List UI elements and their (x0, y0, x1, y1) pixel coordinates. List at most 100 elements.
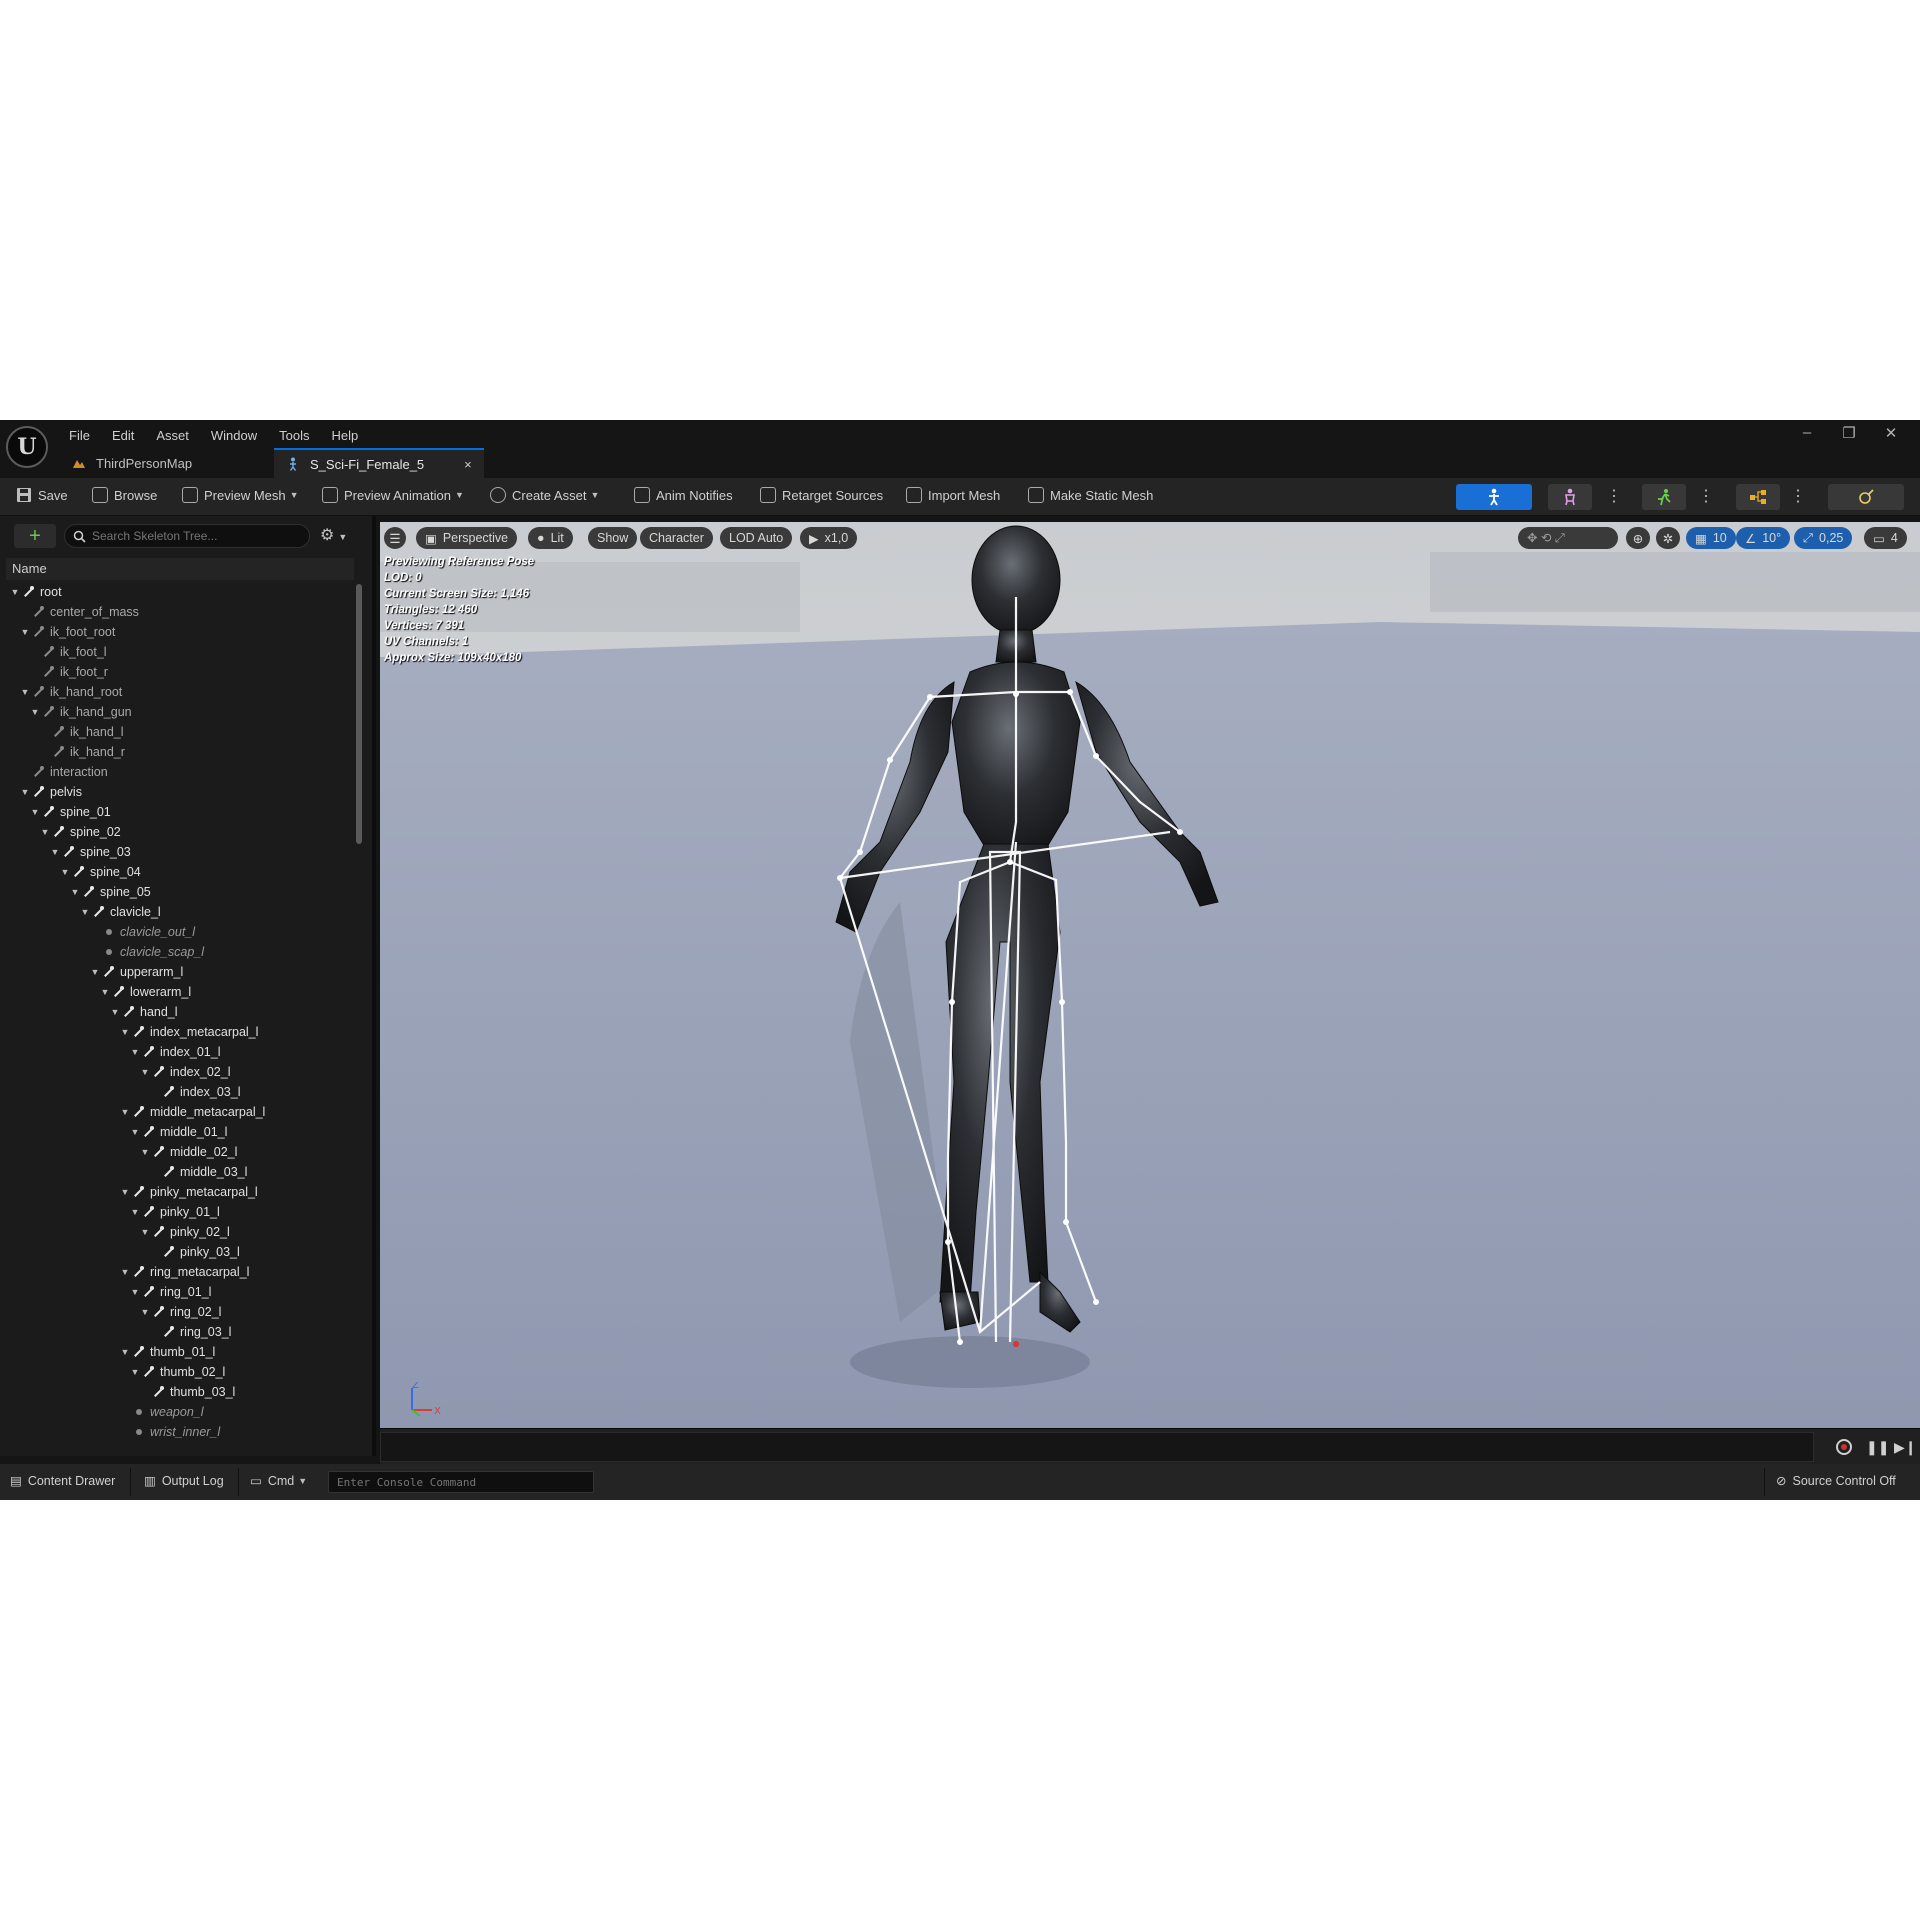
bone-row[interactable]: ▼ index_01_l (6, 1042, 356, 1062)
bone-row[interactable]: middle_03_l (6, 1162, 356, 1182)
blueprint-mode-button[interactable] (1736, 484, 1780, 510)
bone-row[interactable]: ik_hand_r (6, 742, 356, 762)
socket-row[interactable]: clavicle_out_l (6, 922, 356, 942)
more-options-icon[interactable]: ⋮ (1606, 484, 1622, 510)
menu-edit[interactable]: Edit (101, 424, 145, 447)
lit-button[interactable]: ● Lit (528, 527, 573, 549)
expand-arrow-icon[interactable]: ▼ (140, 1067, 150, 1077)
play-rate-button[interactable]: ▶ x1,0 (800, 527, 858, 549)
expand-arrow-icon[interactable]: ▼ (100, 987, 110, 997)
perspective-button[interactable]: ▣ Perspective (416, 527, 518, 549)
bone-row[interactable]: ▼ ik_foot_root (6, 622, 356, 642)
bone-row[interactable]: ▼ hand_l (6, 1002, 356, 1022)
camera-speed-button[interactable]: ▭ 4 (1864, 527, 1907, 549)
expand-arrow-icon[interactable]: ▼ (40, 827, 50, 837)
bone-row[interactable]: index_03_l (6, 1082, 356, 1102)
animation-mode-button[interactable] (1642, 484, 1686, 510)
mesh-mode-button[interactable] (1548, 484, 1592, 510)
bone-row[interactable]: ring_03_l (6, 1322, 356, 1342)
bone-row[interactable]: ▼ spine_03 (6, 842, 356, 862)
expand-arrow-icon[interactable]: ▼ (20, 687, 30, 697)
anim-notifies-button[interactable]: Anim Notifies (634, 487, 733, 503)
record-icon[interactable] (1836, 1439, 1852, 1458)
local-space-icon[interactable]: ⊕ (1626, 527, 1650, 549)
bone-row[interactable]: ▼ lowerarm_l (6, 982, 356, 1002)
bone-row[interactable]: center_of_mass (6, 602, 356, 622)
create-asset-button[interactable]: Create Asset ▼ (490, 487, 599, 503)
expand-arrow-icon[interactable]: ▼ (30, 807, 40, 817)
add-socket-button[interactable]: + (14, 524, 56, 548)
menu-window[interactable]: Window (200, 424, 268, 447)
bone-row[interactable]: ik_hand_l (6, 722, 356, 742)
expand-arrow-icon[interactable]: ▼ (120, 1347, 130, 1357)
bone-row[interactable]: ▼ root (6, 582, 356, 602)
close-window-button[interactable]: ✕ (1870, 424, 1912, 442)
tab-s-sci-fi-female-5[interactable]: S_Sci-Fi_Female_5 × (274, 448, 484, 478)
expand-arrow-icon[interactable]: ▼ (130, 1207, 140, 1217)
browse-button[interactable]: Browse (92, 487, 157, 503)
bone-row[interactable]: ik_foot_l (6, 642, 356, 662)
expand-arrow-icon[interactable]: ▼ (70, 887, 80, 897)
bone-row[interactable]: ▼ spine_04 (6, 862, 356, 882)
bone-row[interactable]: ▼ middle_01_l (6, 1122, 356, 1142)
skeleton-mode-button[interactable] (1456, 484, 1532, 510)
scale-snap-button[interactable]: ⤢ 0,25 (1794, 527, 1853, 549)
expand-arrow-icon[interactable]: ▼ (90, 967, 100, 977)
bone-row[interactable]: ▼ spine_01 (6, 802, 356, 822)
expand-arrow-icon[interactable]: ▼ (130, 1047, 140, 1057)
bone-row[interactable]: ik_foot_r (6, 662, 356, 682)
bone-row[interactable]: ▼ ring_01_l (6, 1282, 356, 1302)
more-options-icon[interactable]: ⋮ (1698, 484, 1714, 510)
expand-arrow-icon[interactable]: ▼ (140, 1307, 150, 1317)
expand-arrow-icon[interactable]: ▼ (20, 787, 30, 797)
bone-row[interactable]: ▼ upperarm_l (6, 962, 356, 982)
search-input[interactable] (92, 529, 292, 543)
source-control-button[interactable]: ⊘ Source Control Off (1776, 1473, 1896, 1489)
preview-mesh-button[interactable]: Preview Mesh ▼ (182, 487, 299, 503)
expand-arrow-icon[interactable]: ▼ (30, 707, 40, 717)
bone-row[interactable]: ▼ middle_02_l (6, 1142, 356, 1162)
bone-row[interactable]: thumb_03_l (6, 1382, 356, 1402)
import-mesh-button[interactable]: Import Mesh (906, 487, 1000, 503)
cmd-dropdown[interactable]: ▭ Cmd ▼ (250, 1473, 307, 1489)
retarget-sources-button[interactable]: Retarget Sources (760, 487, 883, 503)
expand-arrow-icon[interactable]: ▼ (60, 867, 70, 877)
close-tab-icon[interactable]: × (464, 457, 472, 472)
bone-row[interactable]: ▼ ring_metacarpal_l (6, 1262, 356, 1282)
bone-row[interactable]: ▼ clavicle_l (6, 902, 356, 922)
show-button[interactable]: Show (588, 527, 638, 549)
expand-arrow-icon[interactable]: ▼ (130, 1127, 140, 1137)
unreal-logo-icon[interactable]: U (6, 426, 48, 468)
character-button[interactable]: Character (640, 527, 713, 549)
bone-row[interactable]: ▼ pelvis (6, 782, 356, 802)
expand-arrow-icon[interactable]: ▼ (120, 1027, 130, 1037)
make-static-mesh-button[interactable]: Make Static Mesh (1028, 487, 1153, 503)
bone-row[interactable]: ▼ index_metacarpal_l (6, 1022, 356, 1042)
content-drawer-button[interactable]: ▤ Content Drawer (10, 1473, 115, 1489)
pause-icon[interactable]: ❚❚ (1866, 1439, 1889, 1456)
bone-row[interactable]: pinky_03_l (6, 1242, 356, 1262)
bone-row[interactable]: ▼ spine_05 (6, 882, 356, 902)
menu-tools[interactable]: Tools (268, 424, 320, 447)
expand-arrow-icon[interactable]: ▼ (120, 1267, 130, 1277)
bone-row[interactable]: ▼ ik_hand_gun (6, 702, 356, 722)
expand-arrow-icon[interactable]: ▼ (140, 1227, 150, 1237)
expand-arrow-icon[interactable]: ▼ (50, 847, 60, 857)
bone-row[interactable]: ▼ index_02_l (6, 1062, 356, 1082)
expand-arrow-icon[interactable]: ▼ (80, 907, 90, 917)
timeline-track[interactable] (380, 1432, 1814, 1462)
tree-scrollbar[interactable] (356, 584, 362, 844)
restore-button[interactable]: ❐ (1828, 424, 1870, 442)
bone-row[interactable]: ▼ thumb_01_l (6, 1342, 356, 1362)
bone-row[interactable]: ▼ spine_02 (6, 822, 356, 842)
bone-row[interactable]: ▼ middle_metacarpal_l (6, 1102, 356, 1122)
socket-row[interactable]: wrist_inner_l (6, 1422, 356, 1442)
physics-mode-button[interactable] (1828, 484, 1904, 510)
expand-arrow-icon[interactable]: ▼ (110, 1007, 120, 1017)
expand-arrow-icon[interactable]: ▼ (120, 1107, 130, 1117)
step-forward-icon[interactable]: ▶❙ (1894, 1439, 1917, 1456)
bone-row[interactable]: ▼ pinky_02_l (6, 1222, 356, 1242)
socket-row[interactable]: clavicle_scap_l (6, 942, 356, 962)
output-log-button[interactable]: ▥ Output Log (144, 1473, 224, 1489)
socket-row[interactable]: weapon_l (6, 1402, 356, 1422)
